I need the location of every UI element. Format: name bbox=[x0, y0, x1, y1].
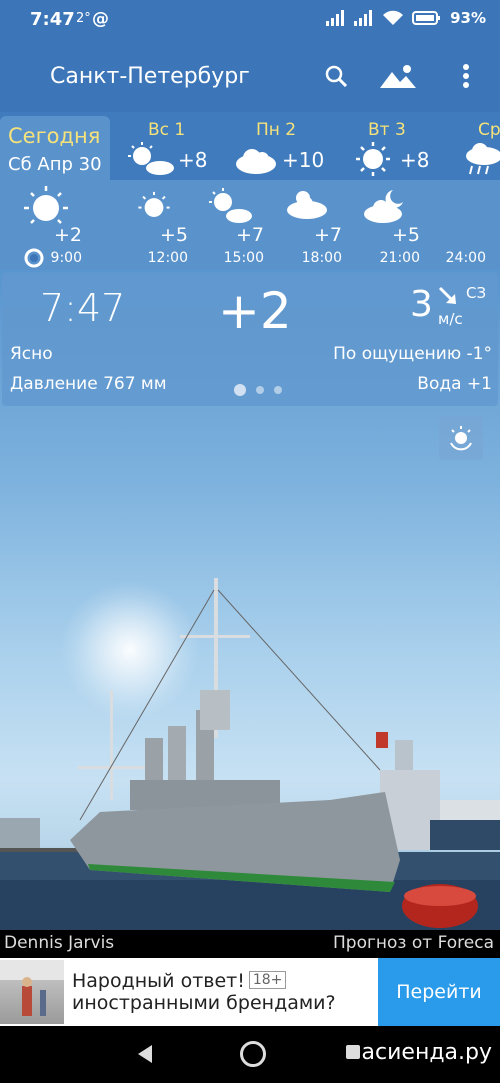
current-time: 7:47 bbox=[40, 286, 126, 330]
hour-item[interactable]: +5 21:00 bbox=[350, 180, 422, 270]
page-indicator bbox=[234, 384, 282, 396]
hourly-forecast: +2 9:00 +5 12:00 +7 15:00 +7 18:00 +5 21… bbox=[0, 180, 500, 270]
status-time: 7:47 bbox=[30, 9, 75, 30]
background-photo bbox=[0, 440, 500, 930]
tab-day-2[interactable]: Пн 2 +10 bbox=[232, 112, 342, 180]
ad-go-button[interactable]: Перейти bbox=[378, 958, 500, 1026]
ad-banner[interactable]: Народный ответ! 18+ иностранными брендами… bbox=[0, 958, 500, 1026]
hour-temp: +5 bbox=[159, 224, 188, 246]
tab-today[interactable]: Сегодня Сб Апр 30 bbox=[0, 116, 110, 180]
hour-time: 12:00 bbox=[147, 250, 188, 266]
wind-unit: м/с bbox=[438, 310, 463, 328]
cloud-icon bbox=[236, 149, 276, 174]
age-rating-badge: 18+ bbox=[248, 971, 287, 989]
status-bar: 7:47 2° @ 93% bbox=[0, 0, 500, 42]
pressure: Давление 767 мм bbox=[10, 374, 167, 394]
condition-text: Ясно bbox=[10, 344, 53, 364]
day-name: Ср bbox=[478, 120, 500, 140]
tab-day-4[interactable]: Ср bbox=[462, 112, 500, 180]
status-at-icon: @ bbox=[92, 9, 109, 29]
signal-icon bbox=[326, 10, 345, 26]
sun-position-button[interactable] bbox=[439, 416, 483, 460]
rain-cloud-icon bbox=[466, 143, 500, 175]
hour-item[interactable]: +5 12:00 bbox=[118, 180, 190, 270]
sun-icon bbox=[24, 186, 68, 224]
today-date: Сб Апр 30 bbox=[8, 154, 102, 175]
sun-cloud-icon bbox=[209, 188, 252, 223]
photo-credit-bar: Dennis Jarvis Прогноз от Foreca bbox=[0, 930, 500, 958]
battery-icon bbox=[412, 11, 441, 25]
hour-temp: +5 bbox=[391, 224, 420, 246]
more-icon[interactable] bbox=[448, 58, 484, 94]
sun-cloud-icon bbox=[128, 142, 174, 175]
ad-text: Народный ответ! 18+ иностранными брендами… bbox=[72, 970, 336, 1014]
city-title[interactable]: Санкт-Петербург bbox=[50, 64, 250, 89]
hour-time: 9:00 bbox=[50, 250, 82, 266]
hour-time: 18:00 bbox=[301, 250, 342, 266]
day-name: Пн 2 bbox=[256, 120, 297, 140]
feels-like: По ощущению -1° bbox=[333, 344, 492, 364]
status-right: 93% bbox=[326, 9, 486, 27]
wifi-icon bbox=[383, 10, 404, 25]
cruiser-illustration bbox=[0, 578, 500, 930]
status-notification: 2° bbox=[76, 11, 91, 26]
hour-item[interactable]: +7 18:00 bbox=[272, 180, 344, 270]
hour-item[interactable]: 24:00 bbox=[420, 180, 492, 270]
day-tabs: Сегодня Сб Апр 30 Вс 1 +8 Пн 2 +10 Вт 3 … bbox=[0, 112, 500, 180]
hour-time: 21:00 bbox=[379, 250, 420, 266]
tab-day-3[interactable]: Вт 3 +8 bbox=[356, 112, 446, 180]
day-name: Вс 1 bbox=[148, 120, 186, 140]
page-dot-active bbox=[234, 384, 246, 396]
hour-time: 24:00 bbox=[445, 250, 486, 266]
wind-speed: 3 bbox=[410, 284, 433, 325]
hour-temp: +2 bbox=[53, 224, 82, 246]
hour-item[interactable]: +7 15:00 bbox=[194, 180, 266, 270]
sun-cloud-icon bbox=[287, 191, 327, 219]
day-name: Вт 3 bbox=[368, 120, 406, 140]
day-temp: +10 bbox=[282, 148, 325, 172]
water-temperature: Вода +1 bbox=[417, 374, 492, 394]
hour-item[interactable]: +2 9:00 bbox=[10, 180, 82, 270]
page-dot bbox=[274, 386, 282, 394]
moon-cloud-icon bbox=[364, 190, 403, 223]
back-icon[interactable] bbox=[136, 1044, 154, 1064]
hour-temp: +7 bbox=[313, 224, 342, 246]
day-temp: +8 bbox=[400, 148, 430, 172]
day-temp: +8 bbox=[178, 148, 208, 172]
ad-subtitle: иностранными брендами? bbox=[72, 992, 336, 1014]
ad-image bbox=[0, 960, 64, 1024]
app-bar: Санкт-Петербург bbox=[0, 42, 500, 112]
signal-icon-2 bbox=[354, 10, 373, 26]
ad-title: Народный ответ! bbox=[72, 970, 245, 992]
home-icon[interactable] bbox=[240, 1041, 266, 1067]
page-dot bbox=[256, 386, 264, 394]
search-icon[interactable] bbox=[318, 58, 354, 94]
current-time-marker-icon bbox=[24, 248, 44, 268]
current-temperature: +2 bbox=[218, 282, 292, 340]
hour-time: 15:00 bbox=[223, 250, 264, 266]
sun-orbit-icon bbox=[450, 426, 472, 451]
forecast-provider[interactable]: Прогноз от Foreca bbox=[333, 933, 494, 953]
sun-icon bbox=[138, 191, 170, 217]
recents-icon[interactable] bbox=[346, 1045, 360, 1059]
navigation-bar: асиенда.ру bbox=[0, 1026, 500, 1083]
today-label: Сегодня bbox=[8, 124, 101, 148]
wind-arrow-icon bbox=[438, 286, 456, 304]
weather-screen: 7:47 2° @ 93% Санкт-Петербург Сегодня Сб… bbox=[0, 0, 500, 1083]
watermark: асиенда.ру bbox=[361, 1040, 492, 1065]
hour-temp: +7 bbox=[235, 224, 264, 246]
battery-percent: 93% bbox=[450, 9, 486, 27]
wind-direction: СЗ bbox=[466, 284, 487, 302]
landscape-icon[interactable] bbox=[380, 58, 416, 94]
photo-author[interactable]: Dennis Jarvis bbox=[4, 933, 114, 953]
current-conditions-card[interactable]: 7:47 +2 3 СЗ м/с Ясно По ощущению -1° Да… bbox=[2, 272, 498, 406]
tab-day-1[interactable]: Вс 1 +8 bbox=[128, 112, 228, 180]
sun-icon bbox=[356, 142, 390, 176]
